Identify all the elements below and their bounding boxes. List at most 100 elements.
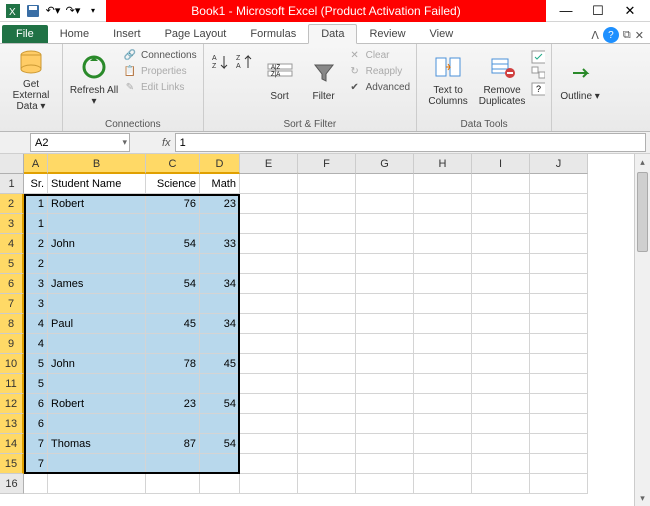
cell[interactable] (240, 294, 298, 314)
cell[interactable]: Paul (48, 314, 146, 334)
sort-az-button[interactable]: AZ (210, 52, 232, 74)
tab-page-layout[interactable]: Page Layout (153, 25, 239, 43)
cell[interactable] (530, 294, 588, 314)
cell[interactable] (200, 294, 240, 314)
scroll-down-arrow[interactable]: ▾ (635, 490, 650, 506)
cell[interactable]: 3 (24, 294, 48, 314)
cell[interactable] (530, 254, 588, 274)
cell[interactable] (356, 294, 414, 314)
cell[interactable] (240, 414, 298, 434)
cell[interactable] (356, 194, 414, 214)
column-header-J[interactable]: J (530, 154, 588, 174)
cell[interactable] (48, 414, 146, 434)
cell[interactable]: 34 (200, 274, 240, 294)
cell[interactable] (298, 254, 356, 274)
maximize-button[interactable]: ☐ (586, 2, 610, 20)
row-header-12[interactable]: 12 (0, 394, 24, 414)
cell[interactable] (472, 434, 530, 454)
consolidate-icon[interactable] (531, 66, 545, 80)
cell[interactable] (48, 454, 146, 474)
cell[interactable] (240, 434, 298, 454)
connections-button[interactable]: 🔗Connections (123, 48, 197, 62)
cell[interactable] (472, 354, 530, 374)
row-header-10[interactable]: 10 (0, 354, 24, 374)
cell[interactable] (146, 454, 200, 474)
remove-duplicates-button[interactable]: Remove Duplicates (477, 46, 527, 112)
qat-dropdown-icon[interactable]: ▾ (84, 2, 102, 20)
cell[interactable] (200, 454, 240, 474)
cell[interactable] (414, 214, 472, 234)
cell[interactable] (530, 234, 588, 254)
row-header-4[interactable]: 4 (0, 234, 24, 254)
cell[interactable] (530, 394, 588, 414)
cell[interactable] (472, 314, 530, 334)
cell[interactable] (48, 254, 146, 274)
cell[interactable]: Science (146, 174, 200, 194)
cell[interactable] (472, 214, 530, 234)
formula-input[interactable]: 1 (175, 133, 646, 152)
cell[interactable] (298, 234, 356, 254)
cell[interactable] (472, 194, 530, 214)
cell[interactable]: 2 (24, 254, 48, 274)
row-header-7[interactable]: 7 (0, 294, 24, 314)
cell[interactable] (146, 474, 200, 494)
edit-links-button[interactable]: ✎Edit Links (123, 80, 197, 94)
cell[interactable]: 2 (24, 234, 48, 254)
text-to-columns-button[interactable]: Text to Columns (423, 46, 473, 112)
cell[interactable] (472, 414, 530, 434)
cell[interactable] (146, 294, 200, 314)
minimize-button[interactable]: — (554, 2, 578, 20)
row-header-9[interactable]: 9 (0, 334, 24, 354)
cell[interactable] (472, 254, 530, 274)
window-restore-icon[interactable]: ⧉ (623, 29, 631, 42)
clear-button[interactable]: ✕Clear (348, 48, 410, 62)
cell[interactable] (48, 334, 146, 354)
cell[interactable] (240, 174, 298, 194)
cell[interactable]: 54 (200, 394, 240, 414)
cell[interactable] (530, 374, 588, 394)
cell[interactable] (530, 474, 588, 494)
cell[interactable] (240, 254, 298, 274)
cell[interactable]: 23 (146, 394, 200, 414)
minimize-ribbon-icon[interactable]: ᐱ (591, 29, 599, 42)
cell[interactable] (200, 374, 240, 394)
cell[interactable] (530, 214, 588, 234)
row-header-3[interactable]: 3 (0, 214, 24, 234)
refresh-all-button[interactable]: Refresh All ▾ (69, 46, 119, 112)
cell[interactable] (298, 394, 356, 414)
cell[interactable] (356, 254, 414, 274)
cell[interactable]: 1 (24, 194, 48, 214)
tab-home[interactable]: Home (48, 25, 101, 43)
get-external-data-button[interactable]: Get External Data ▾ (6, 46, 56, 112)
column-header-G[interactable]: G (356, 154, 414, 174)
cell[interactable]: 54 (200, 434, 240, 454)
cell[interactable] (240, 194, 298, 214)
cell[interactable] (530, 334, 588, 354)
row-header-5[interactable]: 5 (0, 254, 24, 274)
undo-icon[interactable]: ↶▾ (44, 2, 62, 20)
column-header-C[interactable]: C (146, 154, 200, 174)
cell[interactable]: Student Name (48, 174, 146, 194)
cell[interactable] (48, 214, 146, 234)
cell[interactable]: Sr. (24, 174, 48, 194)
cell[interactable]: 3 (24, 274, 48, 294)
cell[interactable]: James (48, 274, 146, 294)
cell[interactable]: 45 (200, 354, 240, 374)
cell[interactable] (414, 374, 472, 394)
tab-insert[interactable]: Insert (101, 25, 153, 43)
cell[interactable]: 23 (200, 194, 240, 214)
cell[interactable] (472, 474, 530, 494)
cell[interactable] (414, 354, 472, 374)
row-header-13[interactable]: 13 (0, 414, 24, 434)
cell[interactable]: 7 (24, 454, 48, 474)
cell[interactable] (298, 174, 356, 194)
cell[interactable] (414, 174, 472, 194)
cell[interactable]: 87 (146, 434, 200, 454)
row-header-14[interactable]: 14 (0, 434, 24, 454)
cell[interactable]: Robert (48, 194, 146, 214)
cell[interactable] (240, 334, 298, 354)
scroll-up-arrow[interactable]: ▴ (635, 154, 650, 170)
window-close-icon[interactable]: ✕ (635, 29, 644, 42)
column-header-I[interactable]: I (472, 154, 530, 174)
cell[interactable] (146, 214, 200, 234)
